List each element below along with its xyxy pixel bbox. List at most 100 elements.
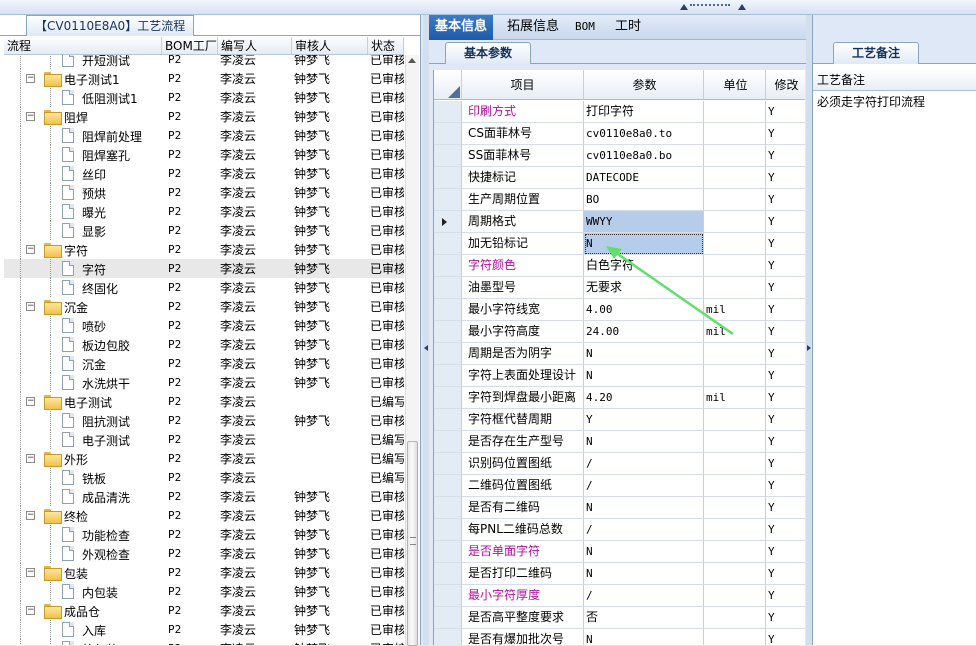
tree-folder-row[interactable]: − 字符 P2 李凌云 钟梦飞 已审核 bbox=[4, 240, 404, 259]
tree-item-row[interactable]: 阻抗测试 P2 李凌云 钟梦飞 已审核 bbox=[4, 411, 404, 430]
tree-node[interactable]: 曝光 bbox=[4, 202, 162, 221]
tab-process-notes[interactable]: 工艺备注 bbox=[833, 42, 919, 64]
row-selector[interactable] bbox=[434, 123, 462, 145]
column-header-item[interactable]: 项目 bbox=[462, 70, 584, 100]
tree-item-row[interactable]: 喷砂 P2 李凌云 钟梦飞 已审核 bbox=[4, 316, 404, 335]
grid-row[interactable]: 字符上表面处理设计 N Y bbox=[434, 365, 805, 387]
grid-row[interactable]: 是否有二维码 N Y bbox=[434, 497, 805, 519]
collapse-toggle-icon[interactable]: − bbox=[26, 302, 35, 311]
value-cell[interactable]: N bbox=[584, 629, 704, 645]
tree-node[interactable]: − 包装 bbox=[4, 563, 162, 582]
grid-row[interactable]: 识别码位置图纸 / Y bbox=[434, 453, 805, 475]
tree-item-row[interactable]: 内包装 P2 李凌云 钟梦飞 已审核 bbox=[4, 582, 404, 601]
tab-extended-info[interactable]: 拓展信息 bbox=[501, 15, 565, 40]
row-selector[interactable] bbox=[434, 453, 462, 475]
value-cell[interactable]: DATECODE bbox=[584, 167, 704, 189]
grid-row[interactable]: 加无铅标记 N Y bbox=[434, 233, 805, 255]
value-cell[interactable]: N bbox=[584, 233, 704, 255]
tree-item-row[interactable]: 铣板 P2 李凌云 已编写 bbox=[4, 468, 404, 487]
tree-node[interactable]: 内包装 bbox=[4, 582, 162, 601]
tree-node[interactable]: 丝印 bbox=[4, 164, 162, 183]
grid-row[interactable]: 快捷标记 DATECODE Y bbox=[434, 167, 805, 189]
tree-node[interactable]: − 阻焊 bbox=[4, 107, 162, 126]
value-cell[interactable]: / bbox=[584, 585, 704, 607]
row-selector[interactable] bbox=[434, 277, 462, 299]
tree-node[interactable]: 入库 bbox=[4, 620, 162, 639]
tree-node[interactable]: 水洗烘干 bbox=[4, 373, 162, 392]
tree-node[interactable]: − 电子测试 bbox=[4, 392, 162, 411]
tree-node[interactable]: 阻焊塞孔 bbox=[4, 145, 162, 164]
row-selector[interactable] bbox=[434, 585, 462, 607]
collapse-toggle-icon[interactable]: − bbox=[26, 245, 35, 254]
grid-row[interactable]: 生产周期位置 BO Y bbox=[434, 189, 805, 211]
tree-item-row[interactable]: 阻焊塞孔 P2 李凌云 钟梦飞 已审核 bbox=[4, 145, 404, 164]
collapse-up-icon[interactable] bbox=[738, 4, 746, 10]
grid-row[interactable]: 字符颜色 白色字符 Y bbox=[434, 255, 805, 277]
collapse-toggle-icon[interactable]: − bbox=[26, 74, 35, 83]
tree-node[interactable]: 阻抗测试 bbox=[4, 411, 162, 430]
tree-node[interactable]: − 沉金 bbox=[4, 297, 162, 316]
tree-node[interactable]: 阻焊前处理 bbox=[4, 126, 162, 145]
collapse-toggle-icon[interactable]: − bbox=[26, 511, 35, 520]
row-selector[interactable] bbox=[434, 541, 462, 563]
collapse-toggle-icon[interactable]: − bbox=[26, 454, 35, 463]
grid-row[interactable]: 周期格式 WWYY Y bbox=[434, 211, 805, 233]
value-cell[interactable]: / bbox=[584, 475, 704, 497]
tree-node[interactable]: 低阻测试1 bbox=[4, 88, 162, 107]
collapse-left-icon[interactable] bbox=[424, 345, 428, 351]
row-selector[interactable] bbox=[434, 167, 462, 189]
row-selector[interactable] bbox=[434, 629, 462, 645]
row-selector[interactable] bbox=[434, 365, 462, 387]
tree-item-row[interactable]: 电子测试 P2 李凌云 已编写 bbox=[4, 430, 404, 449]
value-cell[interactable]: cv0110e8a0.bo bbox=[584, 145, 704, 167]
tree-node[interactable]: 显影 bbox=[4, 221, 162, 240]
collapse-toggle-icon[interactable]: − bbox=[26, 112, 35, 121]
column-header-modify[interactable]: 修改 bbox=[766, 70, 805, 100]
value-cell[interactable]: / bbox=[584, 519, 704, 541]
tree-node[interactable]: − 电子测试1 bbox=[4, 69, 162, 88]
tree-folder-row[interactable]: − 终检 P2 李凌云 钟梦飞 已审核 bbox=[4, 506, 404, 525]
value-cell[interactable]: BO bbox=[584, 189, 704, 211]
row-selector[interactable] bbox=[434, 189, 462, 211]
scroll-up-icon[interactable] bbox=[408, 58, 416, 63]
tab-work-hours[interactable]: 工时 bbox=[609, 15, 647, 40]
tree-node[interactable]: 电子测试 bbox=[4, 430, 162, 449]
tree-node[interactable]: 外观检查 bbox=[4, 544, 162, 563]
tree-node[interactable]: 成品清洗 bbox=[4, 487, 162, 506]
grid-row[interactable]: 二维码位置图纸 / Y bbox=[434, 475, 805, 497]
grid-row[interactable]: 印刷方式 打印字符 Y bbox=[434, 101, 805, 123]
row-selector[interactable] bbox=[434, 145, 462, 167]
row-selector[interactable] bbox=[434, 233, 462, 255]
tree-folder-row[interactable]: − 沉金 P2 李凌云 钟梦飞 已审核 bbox=[4, 297, 404, 316]
tree-item-row[interactable]: 阻焊前处理 P2 李凌云 钟梦飞 已审核 bbox=[4, 126, 404, 145]
grid-row[interactable]: 每PNL二维码总数 / Y bbox=[434, 519, 805, 541]
value-cell[interactable]: N bbox=[584, 365, 704, 387]
tree-item-row[interactable]: 水洗烘干 P2 李凌云 钟梦飞 已审核 bbox=[4, 373, 404, 392]
tab-basic-params[interactable]: 基本参数 bbox=[445, 42, 531, 64]
tree-item-row[interactable]: 功能检查 P2 李凌云 钟梦飞 已审核 bbox=[4, 525, 404, 544]
grid-row[interactable]: 油墨型号 无要求 Y bbox=[434, 277, 805, 299]
row-selector[interactable] bbox=[434, 343, 462, 365]
value-cell[interactable]: N bbox=[584, 497, 704, 519]
row-selector[interactable] bbox=[434, 387, 462, 409]
value-cell[interactable]: N bbox=[584, 343, 704, 365]
row-selector[interactable] bbox=[434, 321, 462, 343]
tree-item-row[interactable]: 板边包胶 P2 李凌云 钟梦飞 已审核 bbox=[4, 335, 404, 354]
value-cell[interactable]: Y bbox=[584, 409, 704, 431]
row-selector[interactable] bbox=[434, 299, 462, 321]
tree-item-row[interactable]: 成品清洗 P2 李凌云 钟梦飞 已审核 bbox=[4, 487, 404, 506]
row-selector[interactable] bbox=[434, 563, 462, 585]
tree-item-row[interactable]: 字符 P2 李凌云 钟梦飞 已审核 bbox=[4, 259, 404, 278]
tree-node[interactable]: − 字符 bbox=[4, 240, 162, 259]
tree-folder-row[interactable]: − 包装 P2 李凌云 钟梦飞 已审核 bbox=[4, 563, 404, 582]
tree-item-row[interactable]: 丝印 P2 李凌云 钟梦飞 已审核 bbox=[4, 164, 404, 183]
value-cell[interactable]: N bbox=[584, 541, 704, 563]
grid-row[interactable]: 最小字符高度 24.00 mil Y bbox=[434, 321, 805, 343]
tree-node[interactable]: − 外形 bbox=[4, 449, 162, 468]
tree-item-row[interactable]: 显影 P2 李凌云 钟梦飞 已审核 bbox=[4, 221, 404, 240]
tree-node[interactable]: − 终检 bbox=[4, 506, 162, 525]
grid-row[interactable]: 字符到焊盘最小距离 4.20 mil Y bbox=[434, 387, 805, 409]
tree-node[interactable]: 功能检查 bbox=[4, 525, 162, 544]
tree-node[interactable]: 终固化 bbox=[4, 278, 162, 297]
splitter-grip-icon[interactable] bbox=[690, 4, 730, 10]
